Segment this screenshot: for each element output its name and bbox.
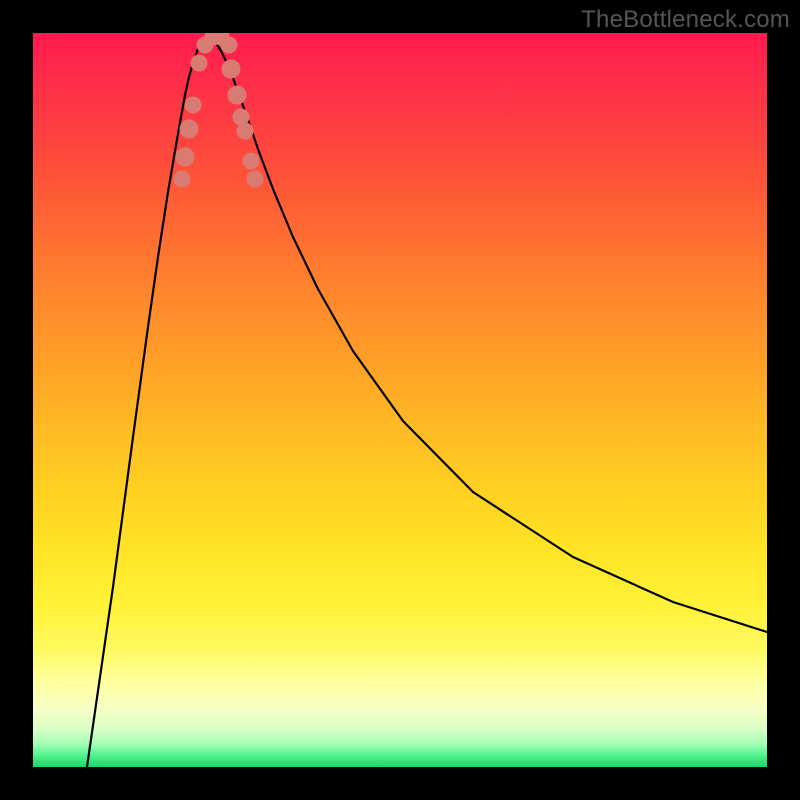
marker-dot [176, 148, 194, 166]
curve-path [87, 35, 767, 767]
marker-dot [185, 97, 201, 113]
marker-dot [247, 171, 263, 187]
marker-dot [222, 60, 240, 78]
marker-dot [228, 86, 246, 104]
chart-frame: TheBottleneck.com [0, 0, 800, 800]
marker-dot [174, 171, 190, 187]
bottleneck-curve [33, 33, 767, 767]
marker-dot [237, 123, 253, 139]
marker-dot [243, 153, 259, 169]
plot-area [33, 33, 767, 767]
marker-dot [221, 37, 237, 53]
marker-group [174, 33, 263, 187]
marker-dot [191, 55, 207, 71]
marker-dot [180, 120, 198, 138]
watermark-text: TheBottleneck.com [581, 6, 790, 34]
marker-dot [233, 109, 249, 125]
